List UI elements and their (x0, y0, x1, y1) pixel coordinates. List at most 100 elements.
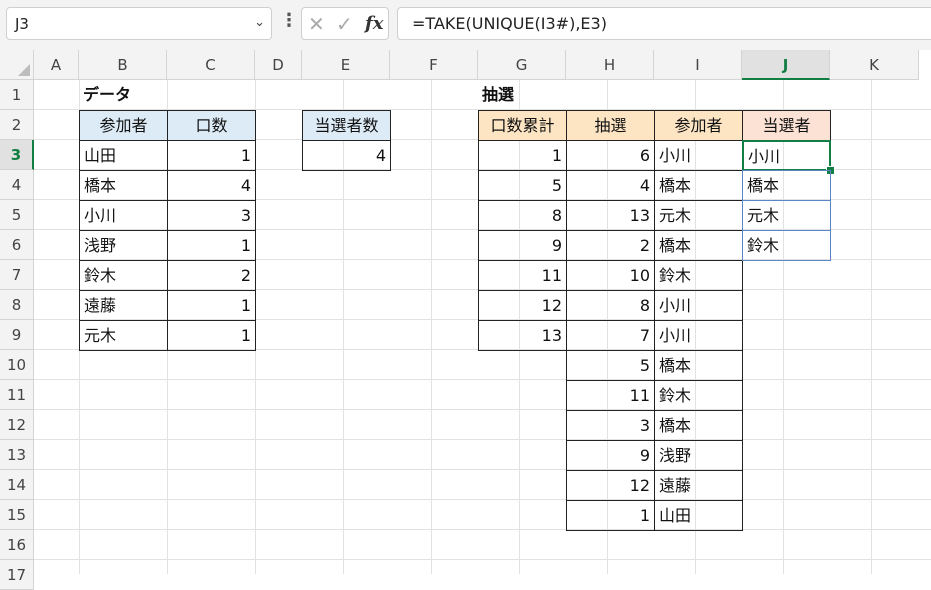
winner-name[interactable]: 橋本 (742, 170, 831, 201)
lottery-participant[interactable]: 橋本 (654, 170, 743, 201)
lottery-participant[interactable]: 鈴木 (654, 380, 743, 411)
participant-count[interactable]: 1 (167, 320, 256, 351)
draw-value[interactable]: 11 (566, 380, 655, 411)
cumulative-value[interactable]: 13 (478, 320, 567, 351)
participant-count[interactable]: 1 (167, 290, 256, 321)
participant-name[interactable]: 鈴木 (79, 260, 168, 291)
column-header-k[interactable]: K (830, 50, 919, 80)
draw-value[interactable]: 7 (566, 320, 655, 351)
draw-value[interactable]: 2 (566, 230, 655, 261)
header-cumulative[interactable]: 口数累計 (478, 110, 567, 141)
lottery-participant[interactable]: 橋本 (654, 350, 743, 381)
draw-value[interactable]: 5 (566, 350, 655, 381)
formula-actions: ✕ ✓ fx (301, 7, 389, 40)
column-header-i[interactable]: I (654, 50, 742, 80)
row-header-4[interactable]: 4 (0, 170, 34, 200)
header-winners-count[interactable]: 当選者数 (302, 110, 391, 141)
row-header-9[interactable]: 9 (0, 320, 34, 350)
lottery-participant[interactable]: 元木 (654, 200, 743, 231)
winner-name[interactable]: 小川 (742, 140, 831, 171)
participant-count[interactable]: 2 (167, 260, 256, 291)
draw-value[interactable]: 10 (566, 260, 655, 291)
lottery-participant[interactable]: 橋本 (654, 410, 743, 441)
participant-count[interactable]: 1 (167, 230, 256, 261)
column-header-a[interactable]: A (34, 50, 79, 80)
row-header-1[interactable]: 1 (0, 80, 34, 110)
name-box[interactable]: J3 ⌄ (6, 7, 272, 40)
participant-name[interactable]: 遠藤 (79, 290, 168, 321)
lottery-participant[interactable]: 遠藤 (654, 470, 743, 501)
chevron-down-icon[interactable]: ⌄ (254, 15, 265, 30)
winners-count-value[interactable]: 4 (302, 140, 391, 171)
lottery-participant[interactable]: 浅野 (654, 440, 743, 471)
draw-value[interactable]: 13 (566, 200, 655, 231)
cumulative-value[interactable]: 8 (478, 200, 567, 231)
confirm-icon[interactable]: ✓ (336, 12, 353, 36)
header-participant[interactable]: 参加者 (79, 110, 168, 141)
winner-name[interactable]: 鈴木 (742, 230, 831, 261)
cumulative-value[interactable]: 1 (478, 140, 567, 171)
draw-value[interactable]: 8 (566, 290, 655, 321)
row-header-11[interactable]: 11 (0, 380, 34, 410)
cumulative-value[interactable]: 9 (478, 230, 567, 261)
draw-value[interactable]: 9 (566, 440, 655, 471)
participant-count[interactable]: 3 (167, 200, 256, 231)
column-header-d[interactable]: D (255, 50, 302, 80)
more-options-icon[interactable]: ⋮ (280, 10, 298, 31)
participant-name[interactable]: 小川 (79, 200, 168, 231)
row-header-3[interactable]: 3 (0, 140, 34, 170)
row-header-16[interactable]: 16 (0, 530, 34, 560)
draw-value[interactable]: 4 (566, 170, 655, 201)
insert-function-icon[interactable]: fx (365, 13, 383, 34)
spreadsheet-grid[interactable]: ABCDEFGHIJK 1 2 3 4 5 6 7 8 9 10 11 12 13 14 15 16 17 デー… (0, 50, 931, 590)
column-header-j[interactable]: J (742, 50, 830, 80)
lottery-title[interactable]: 抽選 (478, 80, 567, 111)
lottery-participant[interactable]: 山田 (654, 500, 743, 531)
row-header-5[interactable]: 5 (0, 200, 34, 230)
column-header-g[interactable]: G (478, 50, 566, 80)
column-header-c[interactable]: C (167, 50, 255, 80)
row-header-6[interactable]: 6 (0, 230, 34, 260)
row-header-12[interactable]: 12 (0, 410, 34, 440)
participant-count[interactable]: 1 (167, 140, 256, 171)
row-header-2[interactable]: 2 (0, 110, 34, 140)
row-header-17[interactable]: 17 (0, 560, 34, 590)
column-header-h[interactable]: H (566, 50, 654, 80)
cumulative-value[interactable]: 11 (478, 260, 567, 291)
participant-name[interactable]: 浅野 (79, 230, 168, 261)
select-all-button[interactable] (0, 50, 34, 80)
participant-name[interactable]: 元木 (79, 320, 168, 351)
row-header-10[interactable]: 10 (0, 350, 34, 380)
lottery-participant[interactable]: 小川 (654, 320, 743, 351)
header-winner[interactable]: 当選者 (742, 110, 831, 141)
cumulative-value[interactable]: 5 (478, 170, 567, 201)
draw-value[interactable]: 3 (566, 410, 655, 441)
column-header-e[interactable]: E (302, 50, 390, 80)
participant-name[interactable]: 橋本 (79, 170, 168, 201)
row-header-7[interactable]: 7 (0, 260, 34, 290)
data-table-title[interactable]: データ (79, 80, 168, 111)
draw-value[interactable]: 6 (566, 140, 655, 171)
column-header-b[interactable]: B (79, 50, 167, 80)
formula-text: =TAKE(UNIQUE(I3#),E3) (412, 14, 607, 33)
cancel-icon[interactable]: ✕ (308, 12, 325, 36)
participant-name[interactable]: 山田 (79, 140, 168, 171)
row-header-15[interactable]: 15 (0, 500, 34, 530)
header-draw[interactable]: 抽選 (566, 110, 655, 141)
header-count[interactable]: 口数 (167, 110, 256, 141)
row-header-14[interactable]: 14 (0, 470, 34, 500)
winner-name[interactable]: 元木 (742, 200, 831, 231)
cumulative-value[interactable]: 12 (478, 290, 567, 321)
draw-value[interactable]: 12 (566, 470, 655, 501)
row-header-8[interactable]: 8 (0, 290, 34, 320)
draw-value[interactable]: 1 (566, 500, 655, 531)
lottery-participant[interactable]: 小川 (654, 140, 743, 171)
column-header-f[interactable]: F (390, 50, 478, 80)
participant-count[interactable]: 4 (167, 170, 256, 201)
lottery-participant[interactable]: 小川 (654, 290, 743, 321)
row-header-13[interactable]: 13 (0, 440, 34, 470)
lottery-participant[interactable]: 鈴木 (654, 260, 743, 291)
header-lottery-participant[interactable]: 参加者 (654, 110, 743, 141)
lottery-participant[interactable]: 橋本 (654, 230, 743, 261)
formula-input[interactable]: =TAKE(UNIQUE(I3#),E3) (397, 7, 931, 40)
